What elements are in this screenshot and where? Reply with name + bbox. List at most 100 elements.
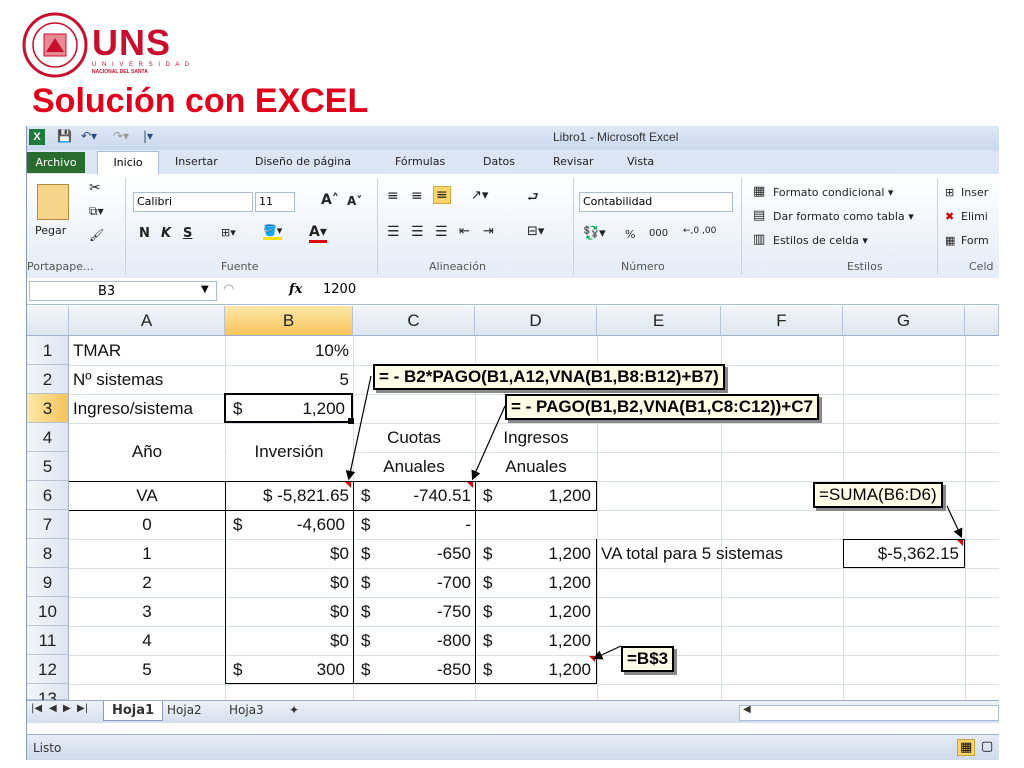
group-clipboard-label: Portapape... (27, 260, 94, 273)
formula-callout-d12: =B$3 (621, 646, 675, 672)
slide-title: Solución con EXCEL (32, 82, 369, 120)
italic-button[interactable]: K (161, 226, 171, 241)
bold-button[interactable]: N (139, 226, 150, 241)
normal-view-icon[interactable]: ▦ (957, 739, 976, 756)
tab-view[interactable]: Vista (627, 155, 654, 168)
font-size-select[interactable]: 11 (255, 192, 295, 212)
conditional-format-icon[interactable]: ▦ (753, 184, 765, 199)
page-layout-view-icon[interactable]: ▢ (981, 739, 993, 754)
paste-icon[interactable] (37, 184, 69, 220)
increase-indent-icon[interactable]: ⇥ (483, 224, 494, 239)
formula-input[interactable]: 1200 (323, 282, 356, 297)
insert-sheet-icon[interactable]: ✦ (289, 703, 299, 717)
shrink-font-icon[interactable]: A˅ (347, 194, 362, 208)
chevron-down-icon[interactable]: ▼ (201, 284, 209, 295)
tab-page-layout[interactable]: Diseño de página (255, 155, 351, 168)
paste-button-label[interactable]: Pegar (35, 224, 66, 237)
delete-cells-icon[interactable]: ✖ (945, 210, 954, 223)
university-seal-logo (22, 12, 88, 78)
percent-style-button[interactable]: % (625, 228, 635, 241)
sheet-tab-hoja1[interactable]: Hoja1 (103, 701, 164, 721)
copy-icon[interactable]: ⧉▾ (89, 204, 104, 219)
align-left-icon[interactable]: ☰ (387, 224, 400, 240)
font-name-select[interactable]: Calibri (133, 192, 253, 212)
increase-decimal-button[interactable]: ←,0 ,00 (683, 226, 716, 236)
tab-review[interactable]: Revisar (553, 155, 593, 168)
status-bar: Listo ▦ ▢ (27, 734, 999, 760)
formula-bar-resize-icon: ◠ (223, 282, 235, 297)
group-alignment-label: Alineación (429, 260, 486, 273)
insert-function-icon[interactable]: fx (289, 282, 302, 297)
tab-home[interactable]: Inicio (97, 151, 159, 175)
wrap-text-icon[interactable]: ⮐ (527, 188, 539, 210)
cell-styles-icon[interactable]: ▥ (753, 232, 765, 247)
undo-icon[interactable]: ↶▾ (81, 129, 97, 143)
align-right-icon[interactable]: ☰ (435, 224, 448, 240)
horizontal-scrollbar[interactable] (739, 705, 999, 721)
tab-data[interactable]: Datos (483, 155, 515, 168)
group-separator (125, 178, 126, 274)
tab-formulas[interactable]: Fórmulas (395, 155, 445, 168)
status-text: Listo (33, 741, 62, 755)
merge-center-icon[interactable]: ⊟▾ (527, 224, 544, 239)
delete-cells-button[interactable]: Elimi (961, 210, 988, 223)
accounting-format-icon[interactable]: 💱▾ (583, 226, 606, 241)
cut-icon[interactable]: ✂ (89, 180, 101, 196)
group-font-label: Fuente (221, 260, 259, 273)
sheet-tab-bar: |◀ ◀ ▶ ▶| Hoja1 Hoja2 Hoja3 ✦ ◀ (27, 700, 999, 723)
align-middle-icon[interactable]: ≡ (411, 188, 423, 204)
group-separator (377, 178, 378, 274)
format-cells-icon[interactable]: ▦ (945, 234, 955, 247)
group-styles-label: Estilos (847, 260, 883, 273)
worksheet-grid[interactable]: A B C D E F G 1 2 3 4 5 6 7 8 9 10 11 12… (27, 306, 999, 708)
insert-cells-icon[interactable]: ⊞ (945, 186, 954, 199)
ribbon-tabs: Archivo Inicio Insertar Diseño de página… (27, 150, 999, 175)
format-painter-icon[interactable]: 🖌 (89, 228, 104, 242)
prev-sheet-icon[interactable]: ◀ (49, 703, 57, 714)
brand-subtitle-1: U N I V E R S I D A D (92, 62, 192, 68)
number-format-select[interactable]: Contabilidad (579, 192, 733, 212)
sheet-tab-hoja2[interactable]: Hoja2 (167, 703, 202, 717)
excel-app-icon[interactable]: X (29, 129, 45, 145)
grow-font-icon[interactable]: A˄ (321, 192, 339, 208)
align-center-icon[interactable]: ☰ (411, 224, 424, 240)
last-sheet-icon[interactable]: ▶| (77, 703, 88, 714)
sheet-tab-hoja3[interactable]: Hoja3 (229, 703, 264, 717)
formula-bar: B3 ▼ ◠ fx 1200 (27, 278, 999, 305)
tab-file[interactable]: Archivo (27, 152, 85, 173)
format-as-table-button[interactable]: Dar formato como tabla ▾ (773, 210, 914, 223)
group-number-label: Número (621, 260, 665, 273)
align-top-icon[interactable]: ≡ (387, 188, 399, 204)
format-cells-button[interactable]: Form (961, 234, 989, 247)
decrease-indent-icon[interactable]: ⇤ (459, 224, 470, 239)
group-separator (937, 178, 938, 274)
underline-button[interactable]: S (183, 226, 192, 241)
table-format-icon[interactable]: ▤ (753, 208, 765, 223)
comma-style-button[interactable]: 000 (649, 228, 668, 239)
font-color-icon[interactable]: A▾ (309, 224, 327, 243)
window-title: Libro1 - Microsoft Excel (553, 130, 679, 144)
formula-callout-g8: =SUMA(B6:D6) (813, 482, 943, 508)
insert-cells-button[interactable]: Inser (961, 186, 988, 199)
orientation-icon[interactable]: ↗▾ (471, 188, 488, 203)
conditional-format-button[interactable]: Formato condicional ▾ (773, 186, 893, 199)
save-icon[interactable]: 💾 (57, 129, 72, 143)
brand-logo-text: UNS (92, 22, 172, 63)
align-bottom-icon[interactable]: ≡ (433, 186, 451, 204)
group-separator (573, 178, 574, 274)
fill-color-icon[interactable]: 🪣▾ (263, 224, 283, 240)
borders-icon[interactable]: ⊞▾ (221, 226, 236, 239)
cell-styles-button[interactable]: Estilos de celda ▾ (773, 234, 868, 247)
formula-callout-d6: = - PAGO(B1,B2,VNA(B1,C8:C12))+C7 (505, 394, 819, 420)
group-cells-label: Celd (969, 260, 994, 273)
formula-callout-c6: = - B2*PAGO(B1,A12,VNA(B1,B8:B12)+B7) (373, 364, 725, 390)
first-sheet-icon[interactable]: |◀ (31, 703, 42, 714)
name-box[interactable]: B3 (29, 281, 217, 301)
ribbon: Pegar ✂ ⧉▾ 🖌 Portapape... Calibri 11 A˄ … (27, 174, 999, 279)
customize-toolbar-icon[interactable]: |▾ (143, 129, 153, 143)
tab-insert[interactable]: Insertar (175, 155, 218, 168)
brand-subtitle-2: NACIONAL DEL SANTA (92, 69, 148, 75)
scroll-left-icon[interactable]: ◀ (743, 704, 751, 715)
redo-icon[interactable]: ↷▾ (113, 129, 129, 143)
next-sheet-icon[interactable]: ▶ (63, 703, 71, 714)
